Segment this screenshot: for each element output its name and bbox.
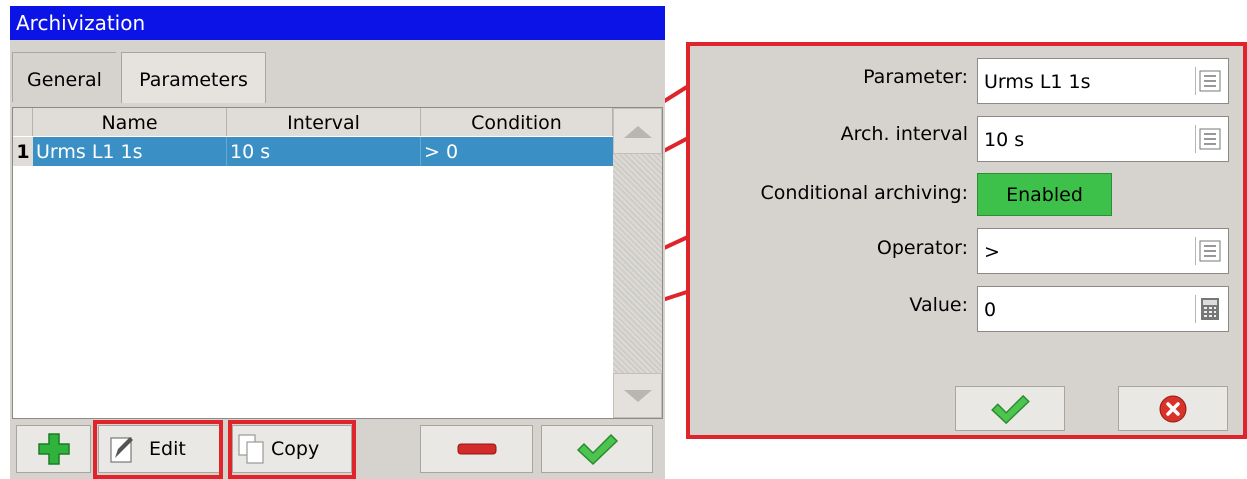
calculator-icon[interactable] <box>1195 295 1223 323</box>
parameter-field[interactable]: Urms L1 1s <box>977 58 1229 104</box>
cell-condition: > 0 <box>424 141 459 163</box>
checkmark-icon <box>576 433 619 466</box>
conditional-archiving-label: Conditional archiving: <box>760 182 968 204</box>
conditional-archiving-toggle[interactable]: Enabled <box>977 173 1112 216</box>
operator-field[interactable]: > <box>977 228 1229 274</box>
copy-highlight <box>228 420 356 479</box>
value-label: Value: <box>909 294 968 316</box>
minus-icon <box>457 443 496 455</box>
add-button[interactable] <box>16 425 91 473</box>
table-row[interactable]: Urms L1 1s 10 s > 0 <box>33 137 613 166</box>
delete-button[interactable] <box>420 425 533 473</box>
tab-parameters[interactable]: Parameters <box>121 52 266 103</box>
parameter-value: Urms L1 1s <box>984 71 1091 93</box>
arrow-down-icon <box>624 390 652 402</box>
arch-interval-field[interactable]: 10 s <box>977 116 1229 162</box>
scroll-down-button[interactable] <box>613 373 662 418</box>
window-title: Archivization <box>10 6 665 40</box>
cancel-icon <box>1159 395 1187 422</box>
vertical-scrollbar[interactable] <box>613 108 662 418</box>
operator-label: Operator: <box>876 237 968 259</box>
arrow-up-icon <box>624 126 652 138</box>
panel-confirm-button[interactable] <box>955 386 1065 431</box>
column-header-interval[interactable]: Interval <box>227 108 421 136</box>
value-field[interactable]: 0 <box>977 286 1229 332</box>
column-header-condition[interactable]: Condition <box>421 108 613 136</box>
row-number: 1 <box>13 137 33 166</box>
scroll-up-button[interactable] <box>613 108 662 154</box>
edit-highlight <box>93 420 223 479</box>
row-number-header <box>13 108 33 136</box>
operator-value: > <box>984 241 1000 263</box>
confirm-button[interactable] <box>541 425 653 473</box>
cell-interval: 10 s <box>227 137 421 166</box>
parameter-label: Parameter: <box>863 66 968 88</box>
checkmark-icon <box>991 394 1030 424</box>
value-value: 0 <box>984 299 997 321</box>
panel-cancel-button[interactable] <box>1118 386 1228 431</box>
arch-interval-value: 10 s <box>984 129 1025 151</box>
column-header-name[interactable]: Name <box>33 108 227 136</box>
tab-general[interactable]: General <box>12 52 116 102</box>
cell-name: Urms L1 1s <box>33 137 227 166</box>
list-icon[interactable] <box>1195 67 1223 95</box>
list-icon[interactable] <box>1195 125 1223 153</box>
arch-interval-label: Arch. interval <box>840 123 968 145</box>
list-icon[interactable] <box>1195 237 1223 265</box>
plus-icon <box>37 433 70 465</box>
